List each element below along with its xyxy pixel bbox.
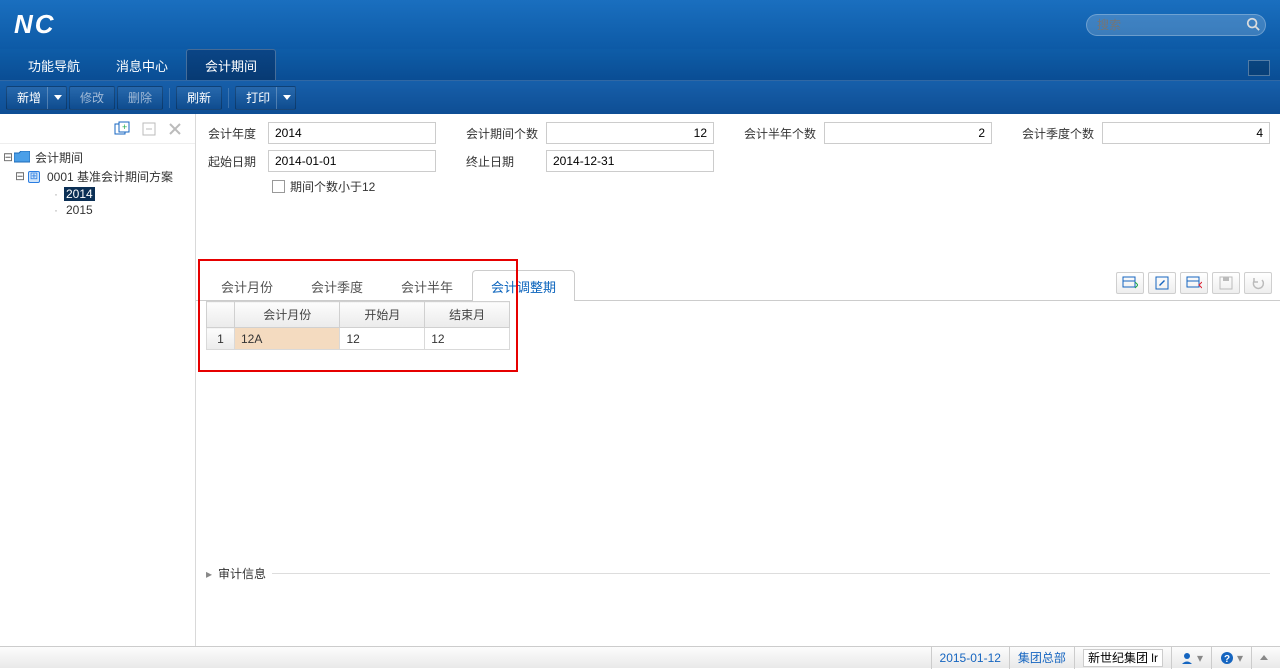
tree: ⊟ 会计期间 ⊟ ⊞ 0001 基准会计期间方案 · 2014 · 2015 xyxy=(0,144,195,222)
search-icon[interactable] xyxy=(1246,17,1260,31)
col-rownum xyxy=(207,302,235,328)
action-insert-icon[interactable] xyxy=(1116,272,1144,294)
print-button-caret-icon[interactable] xyxy=(276,87,291,109)
action-save-icon[interactable] xyxy=(1212,272,1240,294)
folder-icon xyxy=(14,151,30,165)
tree-year-2015[interactable]: · 2015 xyxy=(2,202,193,218)
input-start[interactable] xyxy=(268,150,436,172)
label-periods: 会计期间个数 xyxy=(466,125,546,142)
status-bar: 2015-01-12 集团总部 ▾ ? ▾ xyxy=(0,646,1280,668)
status-group-wrap xyxy=(1074,647,1171,669)
print-button-label: 打印 xyxy=(246,89,270,106)
tree-collapse-icon[interactable]: ⊟ xyxy=(14,169,26,184)
col-month[interactable]: 会计月份 xyxy=(235,302,340,328)
input-quarters[interactable] xyxy=(1102,122,1270,144)
edit-button[interactable]: 修改 xyxy=(69,86,115,110)
cell-month[interactable]: 12A xyxy=(235,328,340,350)
audit-divider xyxy=(272,573,1270,574)
tree-scheme[interactable]: ⊟ ⊞ 0001 基准会计期间方案 xyxy=(2,167,193,186)
window-restore-icon[interactable] xyxy=(1248,60,1270,76)
audit-area: ▸ 审计信息 xyxy=(196,561,1280,586)
tree-delete-icon[interactable] xyxy=(165,119,185,139)
status-date[interactable]: 2015-01-12 xyxy=(931,647,1009,669)
nav-tabs: 功能导航 消息中心 会计期间 xyxy=(0,49,1280,80)
input-halfyears[interactable] xyxy=(824,122,992,144)
audit-label: 审计信息 xyxy=(218,565,266,582)
nav-tab-messages[interactable]: 消息中心 xyxy=(98,50,186,80)
audit-collapse-icon[interactable]: ▸ xyxy=(206,567,218,581)
label-start: 起始日期 xyxy=(208,153,268,170)
tree-root-label: 会计期间 xyxy=(33,149,85,166)
refresh-button[interactable]: 刷新 xyxy=(176,86,222,110)
status-group-input[interactable] xyxy=(1083,649,1163,667)
label-end: 终止日期 xyxy=(466,153,546,170)
toolbar: 新增 修改 删除 刷新 打印 xyxy=(0,80,1280,114)
adjust-table: 会计月份 开始月 结束月 1 12A 12 12 xyxy=(206,301,510,350)
form-area: 会计年度 会计期间个数 会计半年个数 会计季度个数 起始日期 xyxy=(196,114,1280,209)
checkbox-icon[interactable] xyxy=(272,180,285,193)
delete-button[interactable]: 删除 xyxy=(117,86,163,110)
input-periods[interactable] xyxy=(546,122,714,144)
sidebar-tools: + xyxy=(0,114,195,144)
tree-edit-icon[interactable] xyxy=(139,119,159,139)
nav-tab-functions[interactable]: 功能导航 xyxy=(10,50,98,80)
status-expand-icon[interactable] xyxy=(1251,647,1276,669)
table-header-row: 会计月份 开始月 结束月 xyxy=(207,302,510,328)
label-halfyears: 会计半年个数 xyxy=(744,125,824,142)
status-org[interactable]: 集团总部 xyxy=(1009,647,1074,669)
scheme-icon: ⊞ xyxy=(26,170,42,184)
app-logo: NC xyxy=(14,9,56,40)
search-wrap xyxy=(1086,14,1266,36)
label-year: 会计年度 xyxy=(208,125,268,142)
cell-start[interactable]: 12 xyxy=(340,328,425,350)
main-area: + ⊟ 会计期间 ⊟ ⊞ 0001 基准会计期间方案 xyxy=(0,114,1280,646)
content: 会计年度 会计期间个数 会计半年个数 会计季度个数 起始日期 xyxy=(196,114,1280,646)
action-edit-icon[interactable] xyxy=(1148,272,1176,294)
print-button[interactable]: 打印 xyxy=(235,86,296,110)
new-button[interactable]: 新增 xyxy=(6,86,67,110)
tree-year-label: 2014 xyxy=(64,187,95,201)
label-lt12: 期间个数小于12 xyxy=(290,178,375,195)
tree-add-icon[interactable]: + xyxy=(113,119,133,139)
tree-year-2014[interactable]: · 2014 xyxy=(2,186,193,202)
tree-year-label: 2015 xyxy=(64,203,95,217)
tree-leaf-icon: · xyxy=(48,187,64,201)
input-year[interactable] xyxy=(268,122,436,144)
svg-text:+: + xyxy=(122,122,127,132)
toolbar-separator xyxy=(228,88,229,108)
toolbar-separator xyxy=(169,88,170,108)
action-remove-icon[interactable] xyxy=(1180,272,1208,294)
subtab-actions xyxy=(1116,272,1280,298)
cell-rownum: 1 xyxy=(207,328,235,350)
table-container: 会计月份 开始月 结束月 1 12A 12 12 xyxy=(196,301,1280,408)
col-end[interactable]: 结束月 xyxy=(425,302,510,328)
table-row[interactable]: 1 12A 12 12 xyxy=(207,328,510,350)
checkbox-lt12[interactable]: 期间个数小于12 xyxy=(272,178,375,195)
new-button-caret-icon[interactable] xyxy=(47,87,62,109)
adjust-period-panel: 会计月份 开始月 结束月 1 12A 12 12 xyxy=(198,259,518,372)
status-help-icon[interactable]: ? ▾ xyxy=(1211,647,1251,669)
tree-root[interactable]: ⊟ 会计期间 xyxy=(2,148,193,167)
sidebar: + ⊟ 会计期间 ⊟ ⊞ 0001 基准会计期间方案 xyxy=(0,114,196,646)
input-end[interactable] xyxy=(546,150,714,172)
status-user-icon[interactable]: ▾ xyxy=(1171,647,1211,669)
search-input[interactable] xyxy=(1086,14,1266,36)
cell-end[interactable]: 12 xyxy=(425,328,510,350)
tree-leaf-icon: · xyxy=(48,203,64,217)
top-header: NC xyxy=(0,0,1280,49)
svg-text:?: ? xyxy=(1224,654,1230,665)
tree-collapse-icon[interactable]: ⊟ xyxy=(2,150,14,165)
label-quarters: 会计季度个数 xyxy=(1022,125,1102,142)
action-undo-icon[interactable] xyxy=(1244,272,1272,294)
new-button-label: 新增 xyxy=(17,89,41,106)
col-start[interactable]: 开始月 xyxy=(340,302,425,328)
nav-tab-period[interactable]: 会计期间 xyxy=(186,49,276,80)
tree-scheme-label: 0001 基准会计期间方案 xyxy=(45,168,175,185)
